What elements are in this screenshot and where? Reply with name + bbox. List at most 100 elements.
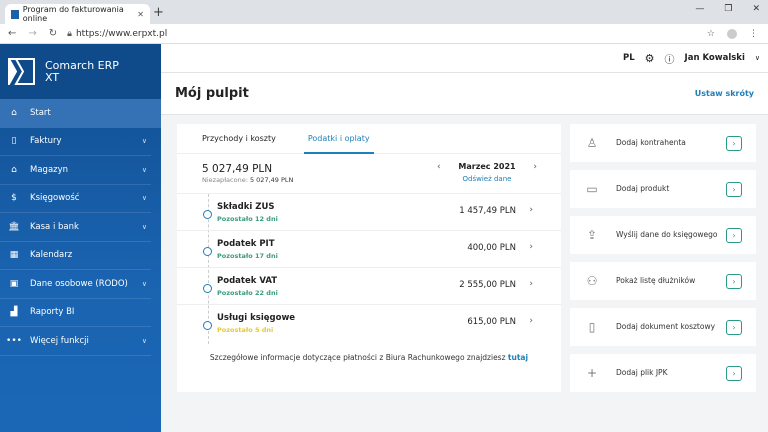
timeline-dot-icon — [203, 321, 212, 330]
go-arrow-icon[interactable]: › — [726, 181, 742, 197]
chevron-down-icon: ∨ — [141, 336, 147, 345]
menu-icon[interactable]: ⋮ — [749, 29, 758, 39]
shortcut-3[interactable]: ⚇ Pokaż listę dłużników › — [570, 262, 756, 300]
shortcut-label: Wyślij dane do księgowego — [616, 230, 718, 239]
bag-icon: ▭ — [586, 182, 598, 196]
sidebar-item-magazyn[interactable]: ⌂ Magazyn ∨ — [0, 156, 151, 185]
sidebar-item-faktury[interactable]: ▯ Faktury ∨ — [0, 128, 151, 156]
go-arrow-icon[interactable]: › — [726, 273, 742, 289]
browser-tab-bar: Program do fakturowania online ✕ + — ❐ ✕ — [0, 0, 768, 24]
sidebar-item-label: Kalendarz — [30, 250, 73, 261]
sidebar-item-wi-cej-funkcji[interactable]: ••• Więcej funkcji ∨ — [0, 327, 151, 356]
gear-icon[interactable]: ⚙ — [645, 52, 655, 65]
page-title: Mój pulpit — [175, 86, 249, 101]
user-icon: ♙ — [586, 136, 598, 150]
details-link[interactable]: tutaj — [508, 353, 528, 362]
bar-chart-icon: ▟ — [10, 307, 18, 318]
bank-icon: 🏛︎ — [8, 221, 20, 232]
shortcut-label: Pokaż listę dłużników — [616, 276, 696, 285]
shortcut-0[interactable]: ♙ Dodaj kontrahenta › — [570, 124, 756, 162]
maximize-icon[interactable]: ❐ — [724, 4, 732, 14]
sidebar-item-start[interactable]: ⌂ Start — [0, 99, 161, 128]
month-label: Marzec 2021 — [458, 162, 516, 171]
forward-icon[interactable]: → — [28, 28, 36, 39]
days-remaining: Pozostało 12 dni — [217, 215, 278, 223]
chevron-right-icon[interactable]: › — [529, 205, 533, 215]
tab-income-costs[interactable]: Przychody i koszty — [202, 124, 276, 154]
lock-icon: 🔒︎ — [67, 28, 72, 39]
chevron-down-icon: ∨ — [141, 222, 147, 231]
refresh-link[interactable]: Odśwież dane — [437, 175, 537, 183]
sidebar-item-label: Start — [30, 108, 51, 119]
more-icon: ••• — [6, 335, 22, 346]
comarch-logo-icon — [8, 58, 35, 85]
accounting-icon: $ — [11, 193, 17, 204]
chevron-down-icon: ∨ — [141, 165, 147, 174]
chevron-down-icon: ∨ — [141, 194, 147, 203]
taxes-card: Przychody i koszty Podatki i oplaty 5 02… — [177, 124, 561, 392]
timeline-dot-icon — [203, 210, 212, 219]
browser-tab[interactable]: Program do fakturowania online ✕ — [5, 4, 150, 24]
chevron-down-icon[interactable]: ∨ — [755, 54, 760, 62]
tab-title: Program do fakturowania online — [22, 5, 124, 23]
days-remaining: Pozostało 22 dni — [217, 289, 278, 297]
info-icon[interactable]: ⓘ — [665, 51, 675, 66]
chevron-right-icon[interactable]: › — [529, 316, 533, 326]
plus-icon: + — [586, 366, 598, 380]
calendar-icon: ▦ — [9, 250, 19, 261]
unpaid-label: Niezapłacone: — [202, 176, 248, 184]
set-shortcuts-link[interactable]: Ustaw skróty — [695, 89, 754, 98]
sidebar-item-kasa-i-bank[interactable]: 🏛︎ Kasa i bank ∨ — [0, 213, 151, 242]
next-month-icon[interactable]: › — [533, 162, 537, 172]
shortcut-label: Dodaj kontrahenta — [616, 138, 686, 147]
payment-row[interactable]: Składki ZUS Pozostało 12 dni 1 457,49 PLN › — [177, 194, 561, 231]
new-tab-button[interactable]: + — [153, 5, 164, 20]
user-menu[interactable]: Jan Kowalski — [685, 53, 745, 63]
logo-text: Comarch ERP — [45, 58, 119, 72]
payment-row[interactable]: Usługi księgowe Pozostało 5 dni 615,00 PLN… — [177, 305, 561, 342]
payment-amount: 400,00 PLN — [467, 243, 516, 253]
star-icon[interactable]: ☆ — [707, 29, 715, 39]
footer-text: Szczegółowe informacje dotyczące płatnoś… — [209, 353, 506, 362]
payment-row[interactable]: Podatek VAT Pozostało 22 dni 2 555,00 PLN › — [177, 268, 561, 305]
minimize-icon[interactable]: — — [695, 4, 704, 14]
shortcut-2[interactable]: ⇪ Wyślij dane do księgowego › — [570, 216, 756, 254]
sidebar-item-raporty-bi[interactable]: ▟ Raporty BI — [0, 299, 151, 327]
go-arrow-icon[interactable]: › — [726, 319, 742, 335]
timeline-dot-icon — [203, 247, 212, 256]
close-tab-icon[interactable]: ✕ — [137, 10, 144, 19]
url-input[interactable]: https://www.erpxt.pl — [76, 29, 167, 39]
top-bar: PL ⚙ ⓘ Jan Kowalski ∨ — [161, 44, 768, 73]
tab-taxes-fees[interactable]: Podatki i oplaty — [303, 124, 374, 154]
prev-month-icon[interactable]: ‹ — [437, 162, 441, 172]
shortcut-label: Dodaj plik JPK — [616, 368, 668, 377]
go-arrow-icon[interactable]: › — [726, 365, 742, 381]
logo[interactable]: Comarch ERP XT — [0, 44, 161, 99]
sidebar-item-kalendarz[interactable]: ▦ Kalendarz — [0, 242, 151, 270]
chevron-right-icon[interactable]: › — [529, 242, 533, 252]
chevron-right-icon[interactable]: › — [529, 279, 533, 289]
shortcut-label: Dodaj produkt — [616, 184, 670, 193]
shortcut-4[interactable]: ▯ Dodaj dokument kosztowy › — [570, 308, 756, 346]
payment-row[interactable]: Podatek PIT Pozostało 17 dni 400,00 PLN › — [177, 231, 561, 268]
id-card-icon: ▣ — [9, 278, 19, 289]
sidebar-item-label: Więcej funkcji — [30, 335, 89, 346]
close-window-icon[interactable]: ✕ — [752, 4, 760, 14]
document-icon: ▯ — [588, 320, 596, 334]
sidebar-item-ksi-gowo-[interactable]: $ Księgowość ∨ — [0, 185, 151, 213]
sidebar-item-dane-osobowe-rodo-[interactable]: ▣ Dane osobowe (RODO) ∨ — [0, 270, 151, 299]
profile-icon[interactable] — [727, 28, 737, 39]
shortcut-label: Dodaj dokument kosztowy — [616, 322, 716, 331]
back-icon[interactable]: ← — [8, 28, 16, 39]
go-arrow-icon[interactable]: › — [726, 227, 742, 243]
shortcut-5[interactable]: + Dodaj plik JPK › — [570, 354, 756, 392]
reload-icon[interactable]: ↻ — [49, 28, 57, 39]
language-switch[interactable]: PL — [623, 53, 635, 63]
days-remaining: Pozostało 5 dni — [217, 326, 274, 334]
shortcut-1[interactable]: ▭ Dodaj produkt › — [570, 170, 756, 208]
sidebar: Comarch ERP XT ⌂ Start ▯ Faktury ∨ ⌂ Magazyn ∨ $ K… — [0, 44, 161, 432]
timeline-dot-icon — [203, 284, 212, 293]
go-arrow-icon[interactable]: › — [726, 135, 742, 151]
users-icon: ⚇ — [586, 274, 598, 288]
sidebar-item-label: Kasa i bank — [30, 221, 79, 232]
